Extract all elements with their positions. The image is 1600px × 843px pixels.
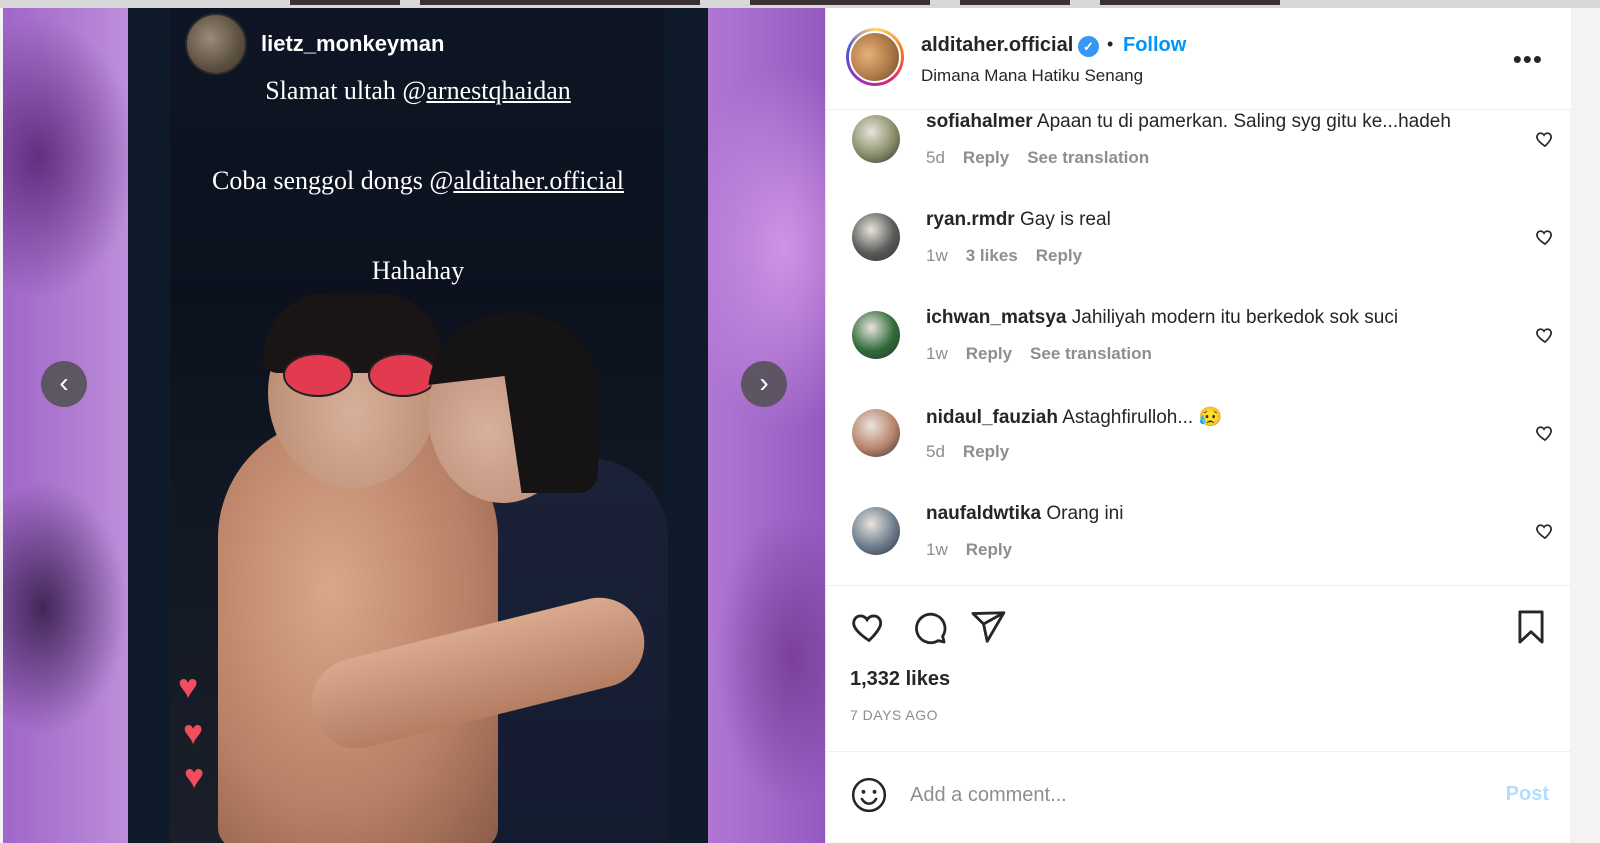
emoji-icon[interactable] — [850, 776, 888, 814]
comment-row: nidaul_fauziah Astaghfirulloh... 😥 5d Repl… — [826, 399, 1571, 497]
likes-count[interactable]: 1,332 likes — [850, 668, 950, 691]
reply-button[interactable]: Reply — [1036, 246, 1082, 265]
comment-composer: Post — [826, 751, 1571, 843]
bookmark-icon[interactable] — [1512, 608, 1550, 646]
comment-time: 1w — [926, 344, 948, 363]
comment-time: 1w — [926, 246, 948, 265]
comment-text-line: ichwan_matsya Jahiliyah modern itu berke… — [926, 307, 1398, 329]
post-timestamp: 7 DAYS AGO — [850, 707, 938, 723]
add-comment-input[interactable] — [910, 780, 1470, 810]
story-mention-1: arnestqhaidan — [426, 76, 571, 105]
reply-button[interactable]: Reply — [966, 540, 1012, 559]
comment-like-heart-icon[interactable] — [1535, 129, 1555, 149]
comment-meta: 1w 3 likes Reply — [926, 246, 1100, 266]
story-image: lietz_monkeyman Slamat ultah @arnestqhai… — [128, 8, 708, 843]
comment-body: Orang ini — [1046, 503, 1124, 524]
comments-list: sofiahalmer Apaan tu di pamerkan. Saling… — [826, 110, 1571, 586]
commenter-username[interactable]: nidaul_fauziah — [926, 407, 1058, 428]
see-translation-button[interactable]: See translation — [1030, 344, 1152, 363]
comment-likes[interactable]: 3 likes — [966, 246, 1018, 265]
comment-text-line: sofiahalmer Apaan tu di pamerkan. Saling… — [926, 111, 1451, 133]
comment-body: Gay is real — [1019, 209, 1111, 230]
browser-top-strip — [0, 0, 1600, 8]
story-caption-line-1: Slamat ultah @arnestqhaidan — [265, 76, 571, 105]
author-avatar[interactable] — [846, 28, 904, 86]
red-sunglasses — [283, 353, 353, 397]
see-translation-button[interactable]: See translation — [1027, 148, 1149, 167]
reply-button[interactable]: Reply — [963, 442, 1009, 461]
heart-icon: ♥ — [183, 714, 204, 752]
like-heart-icon[interactable] — [850, 608, 888, 646]
comment-body: Apaan tu di pamerkan. Saling syg gitu ke… — [1036, 111, 1451, 132]
separator-dot: • — [1107, 34, 1114, 54]
post-header: alditaher.official ✓ • Follow Dimana Man… — [826, 8, 1571, 110]
next-button[interactable]: › — [741, 361, 787, 407]
commenter-avatar[interactable] — [852, 409, 900, 457]
comment-text-line: nidaul_fauziah Astaghfirulloh... 😥 — [926, 405, 1222, 429]
commenter-username[interactable]: ryan.rmdr — [926, 209, 1015, 230]
heart-icon: ♥ — [178, 668, 199, 706]
story-caption-line-2: Coba senggol dongs @alditaher.official — [212, 166, 624, 195]
photo-people — [168, 293, 668, 843]
commenter-username[interactable]: ichwan_matsya — [926, 307, 1066, 328]
comment-like-heart-icon[interactable] — [1535, 227, 1555, 247]
commenter-username[interactable]: sofiahalmer — [926, 111, 1033, 132]
share-send-icon[interactable] — [969, 608, 1007, 646]
post-comment-button[interactable]: Post — [1506, 783, 1549, 806]
comment-row: sofiahalmer Apaan tu di pamerkan. Saling… — [826, 110, 1571, 203]
comment-like-heart-icon[interactable] — [1535, 325, 1555, 345]
comment-like-heart-icon[interactable] — [1535, 423, 1555, 443]
commenter-username[interactable]: naufaldwtika — [926, 503, 1041, 524]
author-subtitle: Dimana Mana Hatiku Senang — [921, 66, 1144, 85]
reply-button[interactable]: Reply — [963, 148, 1009, 167]
story-username: lietz_monkeyman — [261, 31, 445, 56]
post-actions: 1,332 likes 7 DAYS AGO — [826, 585, 1571, 752]
comment-time: 1w — [926, 540, 948, 559]
previous-button[interactable]: ‹ — [41, 361, 87, 407]
story-mention-2: alditaher.official — [453, 166, 624, 195]
comment-text-line: naufaldwtika Orang ini — [926, 503, 1123, 525]
comment-meta: 1w Reply See translation — [926, 344, 1170, 364]
comment-meta: 1w Reply — [926, 540, 1030, 560]
commenter-avatar[interactable] — [852, 115, 900, 163]
comment-body: Jahiliyah modern itu berkedok sok suci — [1071, 307, 1399, 328]
heart-icon: ♥ — [184, 758, 205, 796]
verified-badge-icon: ✓ — [1078, 36, 1099, 57]
comment-row: naufaldwtika Orang ini 1w Reply — [826, 497, 1571, 586]
media-viewer: lietz_monkeyman Slamat ultah @arnestqhai… — [3, 8, 845, 843]
reply-button[interactable]: Reply — [966, 344, 1012, 363]
commenter-avatar[interactable] — [852, 507, 900, 555]
story-caption-line-3: Hahahay — [371, 256, 465, 285]
commenter-avatar[interactable] — [852, 213, 900, 261]
post-modal: lietz_monkeyman Slamat ultah @arnestqhai… — [3, 8, 1600, 843]
comment-text-line: ryan.rmdr Gay is real — [926, 209, 1111, 231]
comment-like-heart-icon[interactable] — [1535, 521, 1555, 541]
comment-row: ichwan_matsya Jahiliyah modern itu berke… — [826, 301, 1571, 399]
comment-bubble-icon[interactable] — [910, 608, 948, 646]
commenter-avatar[interactable] — [852, 311, 900, 359]
post-details-panel: alditaher.official ✓ • Follow Dimana Man… — [825, 8, 1571, 843]
follow-button[interactable]: Follow — [1123, 34, 1186, 57]
comment-meta: 5d Reply See translation — [926, 148, 1167, 168]
comment-row: ryan.rmdr Gay is real 1w 3 likes Reply — [826, 203, 1571, 301]
more-options-icon[interactable]: ••• — [1513, 44, 1543, 75]
story-avatar — [185, 13, 247, 75]
comment-time: 5d — [926, 148, 945, 167]
comment-time: 5d — [926, 442, 945, 461]
comment-meta: 5d Reply — [926, 442, 1027, 462]
author-username[interactable]: alditaher.official — [921, 34, 1073, 57]
comment-body: Astaghfirulloh... 😥 — [1062, 407, 1223, 428]
